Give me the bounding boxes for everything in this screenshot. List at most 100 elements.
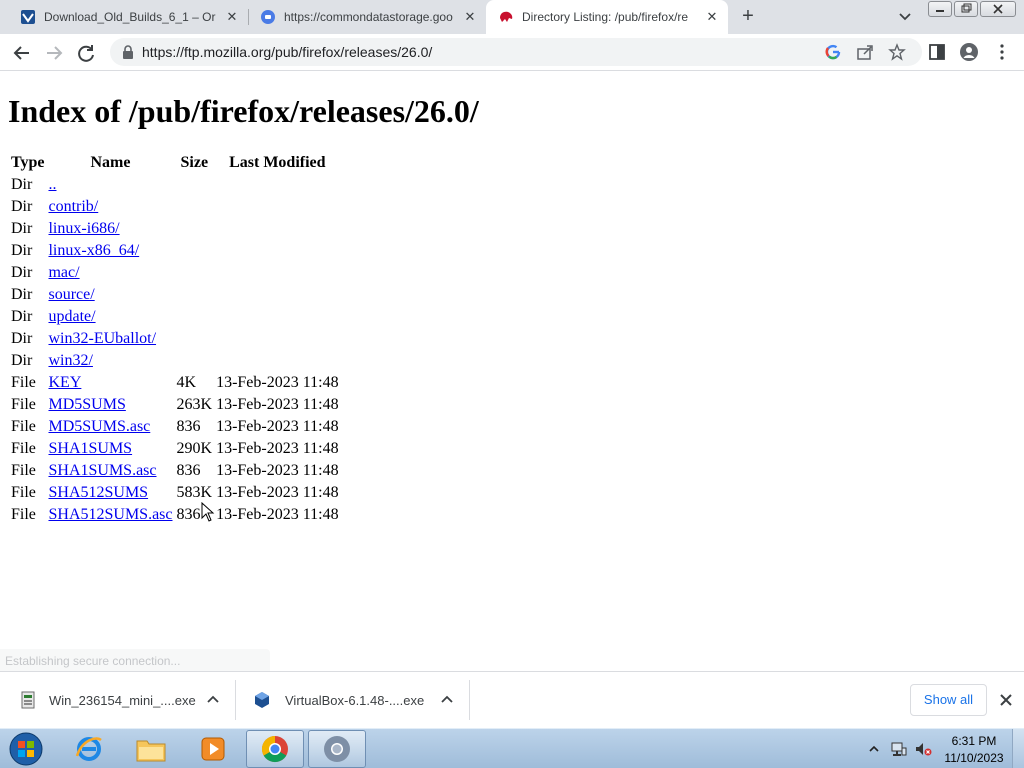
- cell-modified: [215, 197, 340, 217]
- page-content: Index of /pub/firefox/releases/26.0/ Typ…: [0, 71, 1024, 671]
- cell-size: [176, 241, 214, 261]
- download-item[interactable]: Win_236154_mini_....exe: [0, 680, 236, 720]
- tab-commondatastorage[interactable]: https://commondatastorage.goo ✕: [240, 0, 487, 34]
- taskbar-media-player[interactable]: [184, 730, 242, 768]
- cell-type: File: [11, 440, 36, 457]
- profile-avatar-icon[interactable]: [960, 43, 978, 61]
- file-link[interactable]: SHA512SUMS.asc: [48, 506, 172, 523]
- tab-search-chevron-icon[interactable]: [896, 9, 914, 25]
- page-title: Index of /pub/firefox/releases/26.0/: [8, 93, 479, 129]
- close-tab-icon[interactable]: ✕: [704, 9, 720, 25]
- kebab-menu-icon[interactable]: [993, 43, 1011, 61]
- cell-type: File: [11, 374, 36, 391]
- column-header-size: Size: [180, 154, 209, 171]
- file-link[interactable]: source/: [48, 286, 94, 303]
- chevron-up-icon[interactable]: [205, 692, 221, 708]
- close-window-button[interactable]: [980, 1, 1016, 17]
- volume-muted-icon[interactable]: [914, 740, 932, 758]
- column-header-type: Type: [11, 154, 45, 171]
- virtualbox-icon: [255, 692, 269, 708]
- file-link[interactable]: SHA1SUMS.asc: [48, 462, 156, 479]
- bookmark-star-icon[interactable]: [888, 43, 906, 61]
- tab-directory-listing[interactable]: Directory Listing: /pub/firefox/re ✕: [486, 0, 728, 34]
- taskbar-internet-explorer[interactable]: [60, 730, 118, 768]
- download-item[interactable]: VirtualBox-6.1.48-....exe: [237, 680, 470, 720]
- directory-listing-table: Type Name Size Last Modified Dir.. Dir co…: [8, 151, 342, 527]
- status-bubble: Establishing secure connection...: [0, 649, 270, 671]
- mozilla-dino-icon: [500, 11, 513, 22]
- download-filename: Win_236154_mini_....exe: [49, 692, 196, 708]
- show-desktop-button[interactable]: [1012, 729, 1024, 768]
- table-row: Dir win32/: [10, 351, 340, 371]
- close-icon[interactable]: [998, 692, 1014, 708]
- cell-size: 4K: [176, 374, 197, 391]
- network-icon[interactable]: [890, 740, 908, 758]
- taskbar-chrome-window[interactable]: [308, 730, 366, 768]
- show-hidden-icons-icon[interactable]: [868, 743, 880, 755]
- file-link[interactable]: win32/: [48, 352, 92, 369]
- tab-download-old-builds[interactable]: Download_Old_Builds_6_1 – Orac ✕: [0, 0, 249, 34]
- close-tab-icon[interactable]: ✕: [224, 9, 240, 25]
- minimize-window-button[interactable]: [928, 1, 952, 17]
- tab-strip: Download_Old_Builds_6_1 – Orac ✕ https:/…: [0, 0, 1024, 34]
- file-link[interactable]: update/: [48, 308, 95, 325]
- cell-size: 263K: [176, 396, 213, 413]
- file-link[interactable]: SHA512SUMS: [48, 484, 148, 501]
- table-row: File MD5SUMS.asc 836 13-Feb-2023 11:48: [10, 417, 340, 437]
- file-link[interactable]: linux-x86_64/: [48, 242, 139, 259]
- tab-title: Directory Listing: /pub/firefox/re: [522, 10, 689, 24]
- file-link[interactable]: MD5SUMS: [48, 396, 125, 413]
- restore-window-button[interactable]: [954, 1, 978, 17]
- lock-icon[interactable]: [122, 45, 134, 59]
- cell-modified: 13-Feb-2023 11:48: [216, 484, 339, 501]
- cell-type: Dir: [11, 220, 33, 237]
- show-all-button[interactable]: Show all: [910, 684, 987, 716]
- file-link[interactable]: mac/: [48, 264, 79, 281]
- chevron-up-icon[interactable]: [439, 692, 455, 708]
- cell-type: File: [11, 462, 36, 479]
- file-link[interactable]: KEY: [48, 374, 81, 391]
- cell-size: [176, 219, 214, 239]
- file-link[interactable]: SHA1SUMS: [48, 440, 132, 457]
- column-header-name: Name: [90, 154, 131, 171]
- forward-arrow-icon[interactable]: [42, 41, 66, 65]
- clock-date[interactable]: 11/10/2023: [940, 751, 1008, 765]
- file-link[interactable]: linux-i686/: [48, 220, 119, 237]
- virtualbox-icon: [21, 10, 35, 24]
- start-button[interactable]: [4, 730, 48, 768]
- cell-size: [176, 307, 214, 327]
- table-row: File SHA1SUMS 290K 13-Feb-2023 11:48: [10, 439, 340, 459]
- cell-size: 836: [176, 418, 201, 435]
- share-icon[interactable]: [856, 43, 874, 61]
- side-panel-icon[interactable]: [928, 43, 946, 61]
- reload-icon[interactable]: [74, 41, 98, 65]
- cell-modified: [215, 241, 340, 261]
- cell-modified: 13-Feb-2023 11:48: [216, 506, 339, 523]
- tab-title: https://commondatastorage.goo: [284, 10, 453, 24]
- url-text[interactable]: https://ftp.mozilla.org/pub/firefox/rele…: [142, 44, 432, 60]
- media-player-icon: [201, 737, 225, 761]
- cell-modified: [215, 351, 340, 371]
- cell-size: [176, 329, 214, 349]
- address-bar[interactable]: https://ftp.mozilla.org/pub/firefox/rele…: [110, 38, 922, 66]
- browser-toolbar: https://ftp.mozilla.org/pub/firefox/rele…: [0, 34, 1024, 71]
- cell-modified: [215, 175, 340, 195]
- file-link[interactable]: MD5SUMS.asc: [48, 418, 150, 435]
- file-link[interactable]: ..: [48, 176, 56, 193]
- table-header-row: Type Name Size Last Modified: [10, 153, 340, 173]
- taskbar-file-explorer[interactable]: [122, 730, 180, 768]
- download-shelf: Win_236154_mini_....exe VirtualBox-6.1.4…: [0, 671, 1024, 728]
- clock-time[interactable]: 6:31 PM: [950, 734, 998, 748]
- table-row: File SHA1SUMS.asc 836 13-Feb-2023 11:48: [10, 461, 340, 481]
- file-link[interactable]: contrib/: [48, 198, 98, 215]
- cell-modified: 13-Feb-2023 11:48: [216, 418, 339, 435]
- taskbar-chrome[interactable]: [246, 730, 304, 768]
- back-arrow-icon[interactable]: [10, 41, 34, 65]
- cell-modified: 13-Feb-2023 11:48: [216, 396, 339, 413]
- google-translate-icon[interactable]: [824, 43, 842, 61]
- close-tab-icon[interactable]: ✕: [462, 9, 478, 25]
- file-link[interactable]: win32-EUballot/: [48, 330, 156, 347]
- new-tab-button[interactable]: +: [738, 6, 758, 27]
- table-row: Dir mac/: [10, 263, 340, 283]
- cell-size: 290K: [176, 440, 213, 457]
